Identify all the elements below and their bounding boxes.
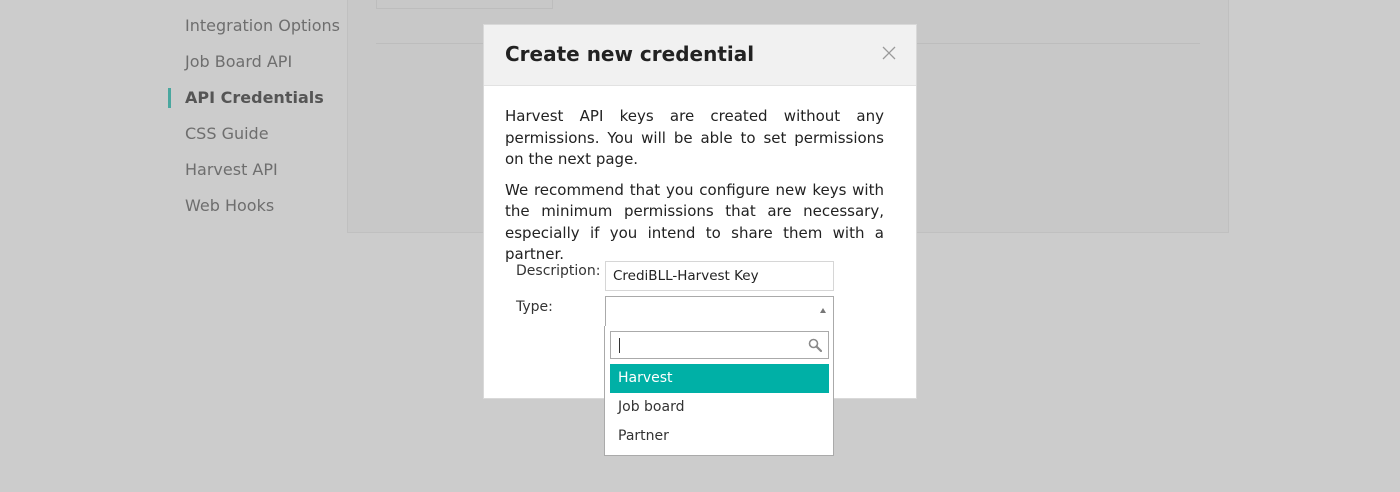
chevron-up-icon bbox=[820, 308, 826, 313]
sidebar-item-harvest-api[interactable]: Harvest API bbox=[168, 152, 338, 188]
type-label: Type: bbox=[516, 299, 553, 315]
modal-title: Create new credential bbox=[505, 42, 755, 66]
description-label: Description: bbox=[516, 263, 601, 279]
sidebar-nav: Integration Options Job Board API API Cr… bbox=[168, 8, 340, 224]
dropdown-search-input[interactable] bbox=[610, 331, 829, 359]
content-button-partial bbox=[376, 0, 553, 9]
dropdown-option-partner[interactable]: Partner bbox=[610, 422, 829, 451]
sidebar-item-css-guide[interactable]: CSS Guide bbox=[168, 116, 338, 152]
dropdown-option-job-board[interactable]: Job board bbox=[610, 393, 829, 422]
modal-body: Harvest API keys are created without any… bbox=[484, 86, 916, 266]
type-select[interactable] bbox=[605, 296, 834, 327]
text-caret bbox=[619, 338, 620, 353]
modal-intro-text: Harvest API keys are created without any… bbox=[505, 107, 884, 168]
sidebar-item-web-hooks[interactable]: Web Hooks bbox=[168, 188, 338, 224]
dropdown-option-harvest[interactable]: Harvest bbox=[610, 364, 829, 393]
close-icon[interactable] bbox=[880, 44, 898, 62]
sidebar-item-job-board-api[interactable]: Job Board API bbox=[168, 44, 338, 80]
modal-header: Create new credential bbox=[484, 25, 916, 86]
modal-recommendation-text: We recommend that you configure new keys… bbox=[505, 180, 884, 264]
search-icon bbox=[808, 338, 822, 352]
dropdown-options: Harvest Job board Partner bbox=[610, 364, 829, 451]
type-dropdown: Harvest Job board Partner bbox=[604, 326, 834, 456]
sidebar-item-integration-options[interactable]: Integration Options bbox=[168, 8, 340, 44]
sidebar-item-api-credentials[interactable]: API Credentials bbox=[168, 80, 338, 116]
description-input[interactable] bbox=[605, 261, 834, 291]
